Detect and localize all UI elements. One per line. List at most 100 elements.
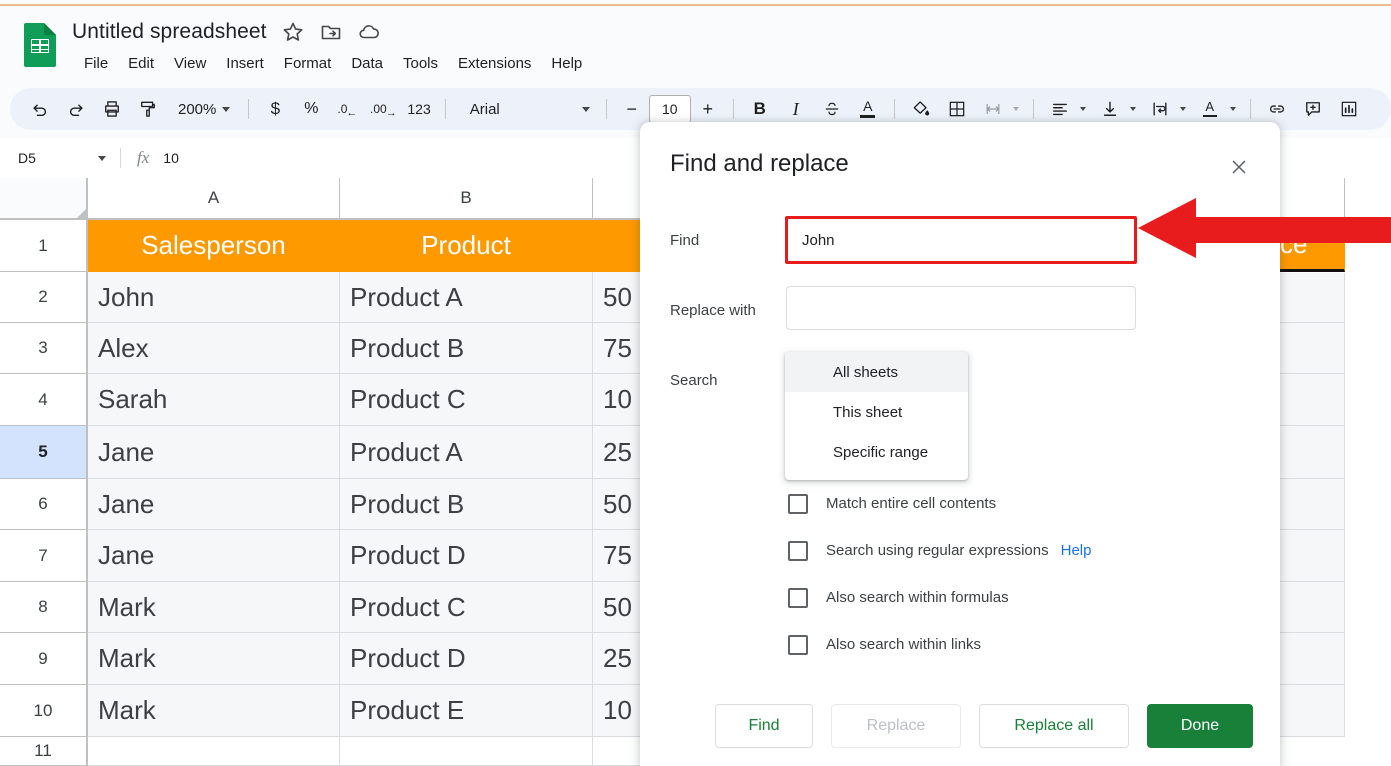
column-header-b[interactable]: B: [340, 178, 593, 220]
cloud-saved-icon[interactable]: [357, 20, 381, 44]
undo-icon[interactable]: [25, 94, 55, 124]
paint-format-icon[interactable]: [133, 94, 163, 124]
dropdown-option-all-sheets[interactable]: All sheets: [785, 352, 968, 392]
cell-a2[interactable]: John: [88, 272, 340, 323]
text-wrapping-icon[interactable]: [1145, 94, 1175, 124]
row-header-7[interactable]: 7: [0, 530, 88, 582]
row-header-4[interactable]: 4: [0, 374, 88, 426]
column-header-a[interactable]: A: [88, 178, 340, 220]
cell-e1-partial[interactable]: ce: [1280, 220, 1345, 272]
cell-e10-partial[interactable]: [1280, 685, 1345, 737]
text-rotation-chevron-down-icon[interactable]: [1229, 107, 1236, 111]
checkbox-within-formulas[interactable]: [788, 587, 808, 608]
regex-help-link[interactable]: Help: [1061, 542, 1092, 559]
row-header-8[interactable]: 8: [0, 582, 88, 633]
cell-e8-partial[interactable]: [1280, 582, 1345, 633]
insert-comment-icon[interactable]: [1298, 94, 1328, 124]
formula-input[interactable]: 10: [163, 150, 179, 166]
star-icon[interactable]: [281, 20, 305, 44]
row-header-9[interactable]: 9: [0, 633, 88, 685]
fill-color-icon[interactable]: [906, 94, 936, 124]
italic-button[interactable]: I: [781, 94, 811, 124]
select-all-corner[interactable]: [0, 178, 88, 220]
increase-decimal-button[interactable]: .00 →: [368, 94, 398, 124]
cell-b8[interactable]: Product C: [340, 582, 593, 633]
find-button[interactable]: Find: [715, 704, 813, 748]
checkbox-match-entire-cell[interactable]: [788, 493, 808, 514]
row-header-5[interactable]: 5: [0, 426, 88, 479]
cell-a3[interactable]: Alex: [88, 323, 340, 374]
cell-a9[interactable]: Mark: [88, 633, 340, 685]
font-size-stepper[interactable]: − 10 +: [619, 95, 721, 123]
checkbox-row-regex[interactable]: Search using regular expressions Help: [788, 527, 1248, 574]
cell-b6[interactable]: Product B: [340, 479, 593, 530]
percent-format-button[interactable]: %: [296, 94, 326, 124]
more-formats-button[interactable]: 123: [401, 97, 436, 121]
replace-all-button[interactable]: Replace all: [979, 704, 1129, 748]
menu-item-format[interactable]: Format: [274, 52, 342, 75]
dropdown-option-specific-range[interactable]: Specific range: [785, 432, 968, 472]
cell-b4[interactable]: Product C: [340, 374, 593, 426]
row-header-3[interactable]: 3: [0, 323, 88, 374]
font-family-selector[interactable]: Arial: [462, 97, 598, 122]
cell-e9-partial[interactable]: [1280, 633, 1345, 685]
move-to-folder-icon[interactable]: [319, 20, 343, 44]
column-header-f[interactable]: [1345, 178, 1391, 220]
cell-b10[interactable]: Product E: [340, 685, 593, 737]
done-button[interactable]: Done: [1147, 704, 1253, 748]
dropdown-option-this-sheet[interactable]: This sheet: [785, 392, 968, 432]
cell-b11[interactable]: [340, 737, 593, 766]
row-header-2[interactable]: 2: [0, 272, 88, 323]
cell-a1[interactable]: Salesperson: [88, 220, 340, 272]
cell-a6[interactable]: Jane: [88, 479, 340, 530]
text-wrapping-chevron-down-icon[interactable]: [1179, 107, 1186, 111]
cell-a8[interactable]: Mark: [88, 582, 340, 633]
cell-b3[interactable]: Product B: [340, 323, 593, 374]
menu-item-data[interactable]: Data: [341, 52, 393, 75]
cell-b7[interactable]: Product D: [340, 530, 593, 582]
checkbox-row-within-formulas[interactable]: Also search within formulas: [788, 574, 1248, 621]
replace-button[interactable]: Replace: [831, 704, 961, 748]
checkbox-row-match-entire-cell[interactable]: Match entire cell contents: [788, 480, 1248, 527]
cell-a7[interactable]: Jane: [88, 530, 340, 582]
cell-b5[interactable]: Product A: [340, 426, 593, 479]
cell-a4[interactable]: Sarah: [88, 374, 340, 426]
cell-e3-partial[interactable]: [1280, 323, 1345, 374]
font-size-input[interactable]: 10: [648, 95, 691, 123]
cell-e2-partial[interactable]: [1280, 273, 1345, 323]
find-input[interactable]: John: [785, 216, 1137, 264]
cell-e6-partial[interactable]: [1280, 479, 1345, 530]
cell-a10[interactable]: Mark: [88, 685, 340, 737]
print-icon[interactable]: [97, 94, 127, 124]
currency-format-button[interactable]: $: [260, 94, 290, 124]
cell-e4-partial[interactable]: [1280, 374, 1345, 426]
menu-item-view[interactable]: View: [164, 52, 216, 75]
insert-link-icon[interactable]: [1262, 94, 1292, 124]
row-header-6[interactable]: 6: [0, 479, 88, 530]
cell-b2[interactable]: Product A: [340, 272, 593, 323]
redo-icon[interactable]: [61, 94, 91, 124]
font-size-decrease-button[interactable]: −: [619, 96, 645, 122]
function-icon[interactable]: fx: [137, 148, 149, 168]
bold-button[interactable]: B: [745, 94, 775, 124]
vertical-align-chevron-down-icon[interactable]: [1129, 107, 1136, 111]
insert-chart-icon[interactable]: [1334, 94, 1364, 124]
horizontal-align-chevron-down-icon[interactable]: [1079, 107, 1086, 111]
text-rotation-icon[interactable]: A: [1195, 94, 1225, 124]
cell-b1[interactable]: Product: [340, 220, 593, 272]
borders-icon[interactable]: [942, 94, 972, 124]
checkbox-row-within-links[interactable]: Also search within links: [788, 621, 1248, 668]
text-color-icon[interactable]: A: [853, 94, 883, 124]
merge-chevron-down-icon[interactable]: [1012, 107, 1019, 111]
merge-cells-icon[interactable]: [978, 94, 1008, 124]
page-title[interactable]: Untitled spreadsheet: [72, 20, 267, 44]
checkbox-within-links[interactable]: [788, 634, 808, 655]
cell-e7-partial[interactable]: [1280, 530, 1345, 582]
decrease-decimal-button[interactable]: .0 ←: [332, 94, 362, 124]
menu-item-tools[interactable]: Tools: [393, 52, 448, 75]
vertical-align-icon[interactable]: [1095, 94, 1125, 124]
menu-item-file[interactable]: File: [74, 52, 118, 75]
row-header-11[interactable]: 11: [0, 737, 88, 766]
cell-a11[interactable]: [88, 737, 340, 766]
cell-e5-partial[interactable]: [1280, 426, 1345, 479]
